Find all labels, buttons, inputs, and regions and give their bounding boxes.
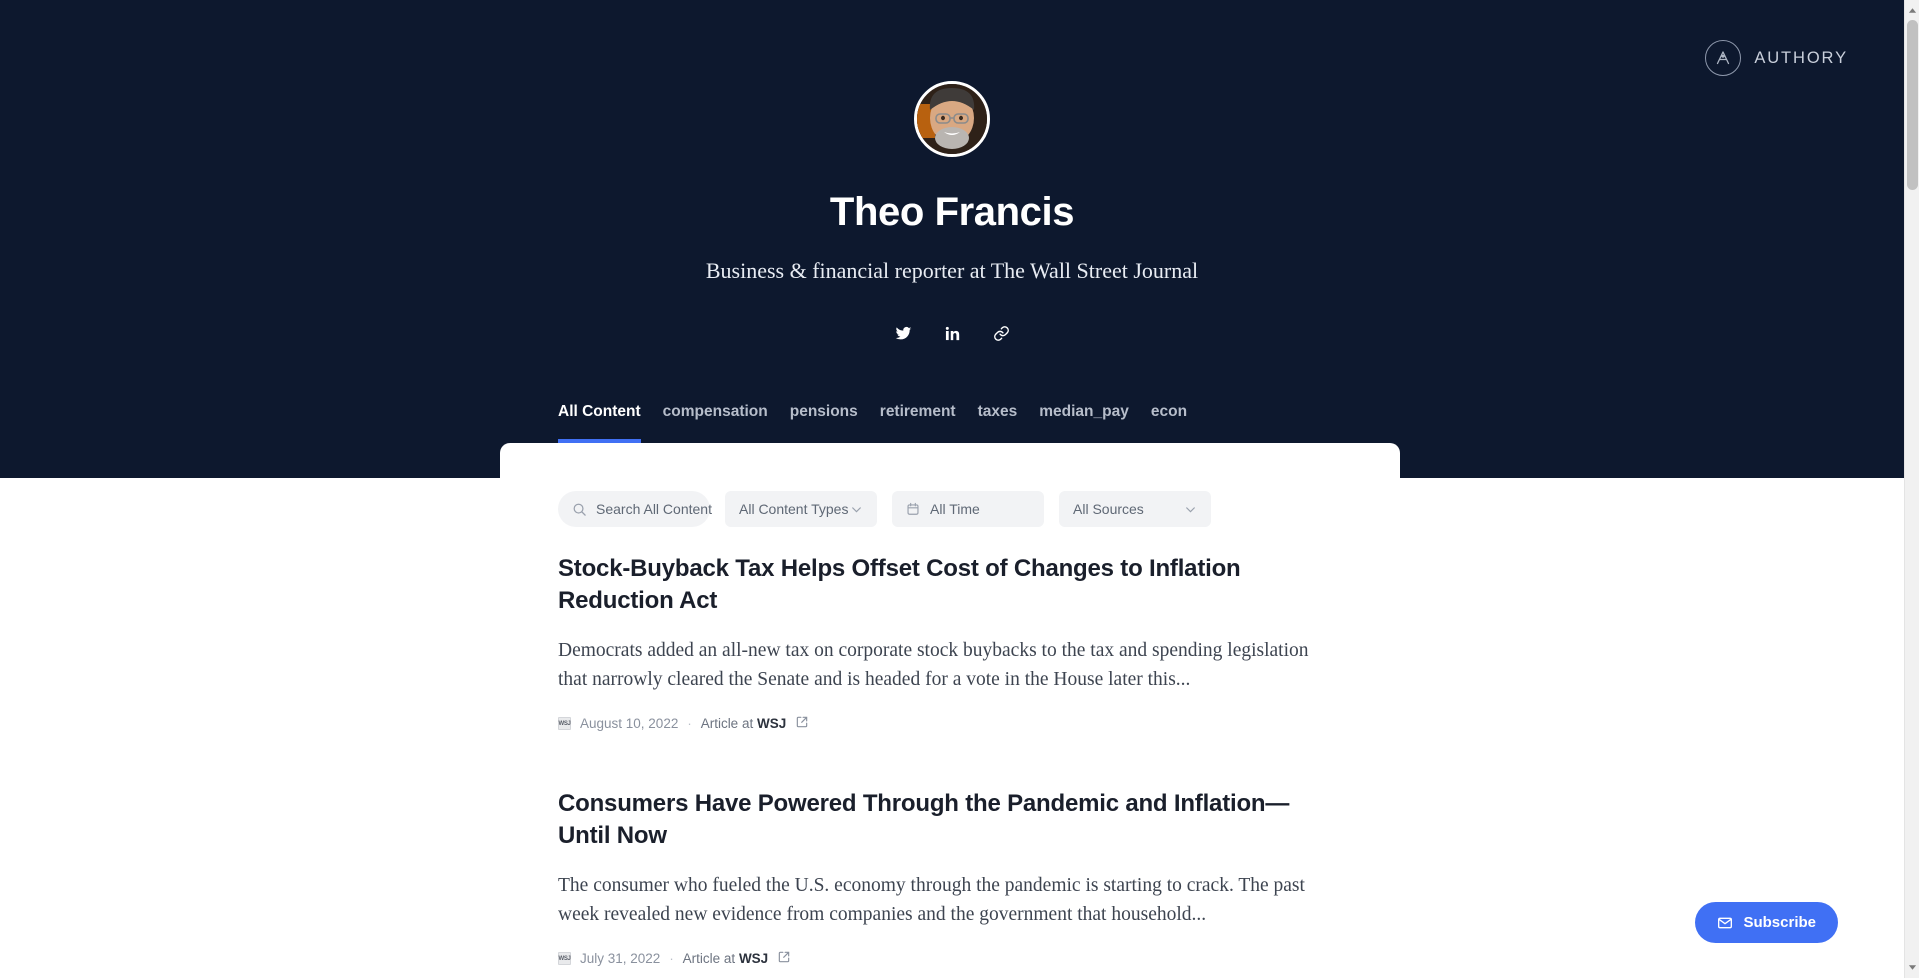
article-excerpt: Democrats added an all-new tax on corpor… xyxy=(558,639,1309,691)
meta-separator: · xyxy=(687,716,692,732)
social-link-website[interactable] xyxy=(982,314,1020,352)
envelope-icon xyxy=(1717,915,1733,931)
calendar-icon xyxy=(906,502,920,516)
scrollbar[interactable] xyxy=(1904,0,1919,978)
tab-compensation[interactable]: compensation xyxy=(663,403,790,443)
article-title[interactable]: Consumers Have Powered Through the Pande… xyxy=(558,788,1298,853)
article-source-prefix: Article at xyxy=(682,951,739,967)
article-meta: WSJ July 31, 2022 · Article at WSJ xyxy=(558,950,1348,967)
twitter-icon xyxy=(895,325,912,342)
meta-separator: · xyxy=(669,951,674,967)
tab-all-content[interactable]: All Content xyxy=(558,403,663,443)
search-input[interactable]: Search All Content xyxy=(558,491,712,527)
article-list: Stock-Buyback Tax Helps Offset Cost of C… xyxy=(558,553,1348,978)
article-source-name: WSJ xyxy=(738,951,769,967)
tab-pensions[interactable]: pensions xyxy=(790,403,880,443)
article-source-name: WSJ xyxy=(756,716,787,732)
social-link-linkedin[interactable] xyxy=(933,314,971,352)
source-filter[interactable]: All Sources xyxy=(1059,491,1211,527)
authory-brand[interactable]: AUTHORY xyxy=(1705,40,1848,76)
content-tabs: All Content compensation pensions retire… xyxy=(558,403,1209,443)
article-date: August 10, 2022 xyxy=(580,716,679,732)
article-source: Article at WSJ xyxy=(683,951,769,966)
social-link-twitter[interactable] xyxy=(884,314,922,352)
scroll-up-icon[interactable] xyxy=(1905,3,1919,18)
external-link-icon[interactable] xyxy=(795,715,809,732)
tab-retirement[interactable]: retirement xyxy=(880,403,978,443)
article-date: July 31, 2022 xyxy=(580,951,661,967)
profile-bio: Business & financial reporter at The Wal… xyxy=(705,258,1199,283)
list-item: Stock-Buyback Tax Helps Offset Cost of C… xyxy=(558,553,1348,732)
authory-brand-name: AUTHORY xyxy=(1754,48,1848,67)
linkedin-icon xyxy=(945,326,960,341)
social-links xyxy=(0,314,1904,352)
article-title[interactable]: Stock-Buyback Tax Helps Offset Cost of C… xyxy=(558,553,1298,618)
search-placeholder: Search All Content xyxy=(596,501,712,517)
list-item: Consumers Have Powered Through the Pande… xyxy=(558,788,1348,967)
time-filter[interactable]: All Time xyxy=(892,491,1044,527)
subscribe-button[interactable]: Subscribe xyxy=(1695,902,1838,943)
avatar xyxy=(914,81,990,157)
article-excerpt: The consumer who fueled the U.S. economy… xyxy=(558,874,1305,926)
page-root: AUTHORY Theo Francis Business & financia… xyxy=(0,0,1904,978)
time-filter-label: All Time xyxy=(930,501,980,517)
link-icon xyxy=(993,325,1010,342)
chevron-down-icon xyxy=(850,503,863,516)
tab-econ[interactable]: econ xyxy=(1151,403,1209,443)
chevron-down-icon xyxy=(1184,503,1197,516)
content-card: Search All Content All Content Types All… xyxy=(500,443,1400,978)
authory-logo-icon xyxy=(1705,40,1742,76)
article-meta: WSJ August 10, 2022 · Article at WSJ xyxy=(558,715,1348,732)
tab-median-pay[interactable]: median_pay xyxy=(1039,403,1151,443)
scroll-down-icon[interactable] xyxy=(1905,960,1919,975)
filter-bar: Search All Content All Content Types All… xyxy=(558,491,1211,527)
content-type-filter-label: All Content Types xyxy=(739,501,849,517)
page-title: Theo Francis xyxy=(829,190,1075,234)
source-favicon-icon: WSJ xyxy=(558,717,571,731)
article-source-prefix: Article at xyxy=(700,716,757,732)
article-source: Article at WSJ xyxy=(701,716,787,731)
external-link-icon[interactable] xyxy=(777,950,791,967)
content-type-filter[interactable]: All Content Types xyxy=(725,491,877,527)
source-filter-label: All Sources xyxy=(1073,501,1144,517)
search-icon xyxy=(572,502,587,517)
tab-taxes[interactable]: taxes xyxy=(978,403,1040,443)
source-favicon-icon: WSJ xyxy=(558,952,571,966)
scrollbar-thumb[interactable] xyxy=(1907,20,1918,190)
subscribe-button-label: Subscribe xyxy=(1743,914,1816,931)
